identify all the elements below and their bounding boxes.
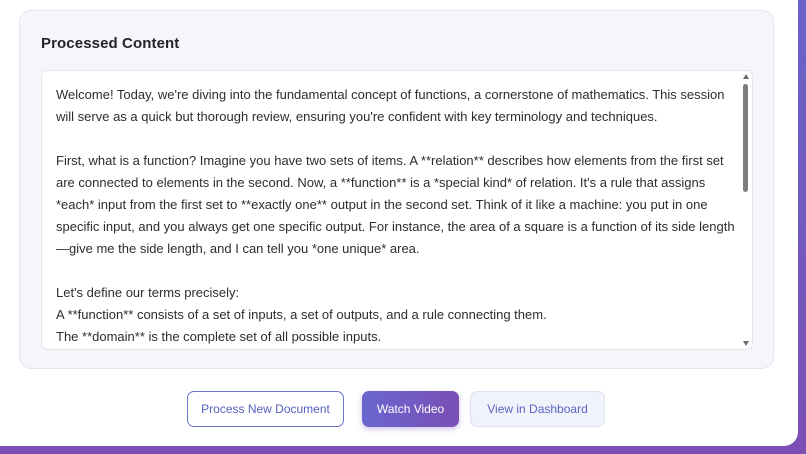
scroll-down-arrow-icon[interactable] [743, 341, 749, 346]
content-paragraph: A **function** consists of a set of inpu… [56, 307, 547, 322]
content-text: Welcome! Today, we're diving into the fu… [56, 84, 736, 348]
scroll-up-arrow-icon[interactable] [743, 74, 749, 79]
processed-content-textbox[interactable]: Welcome! Today, we're diving into the fu… [41, 70, 753, 350]
content-paragraph: First, what is a function? Imagine you h… [56, 153, 735, 256]
watch-video-button[interactable]: Watch Video [362, 391, 459, 427]
view-in-dashboard-button[interactable]: View in Dashboard [470, 391, 605, 427]
content-scrollbar[interactable] [740, 71, 752, 349]
content-paragraph: The **domain** is the complete set of al… [56, 329, 382, 344]
panel-title: Processed Content [41, 35, 180, 52]
scrollbar-thumb[interactable] [743, 84, 748, 192]
process-new-document-button[interactable]: Process New Document [187, 391, 344, 427]
processed-content-panel: Processed Content Welcome! Today, we're … [19, 10, 774, 369]
content-paragraph: Welcome! Today, we're diving into the fu… [56, 87, 725, 124]
content-paragraph: Let's define our terms precisely: [56, 285, 240, 300]
main-card: Processed Content Welcome! Today, we're … [0, 0, 798, 446]
